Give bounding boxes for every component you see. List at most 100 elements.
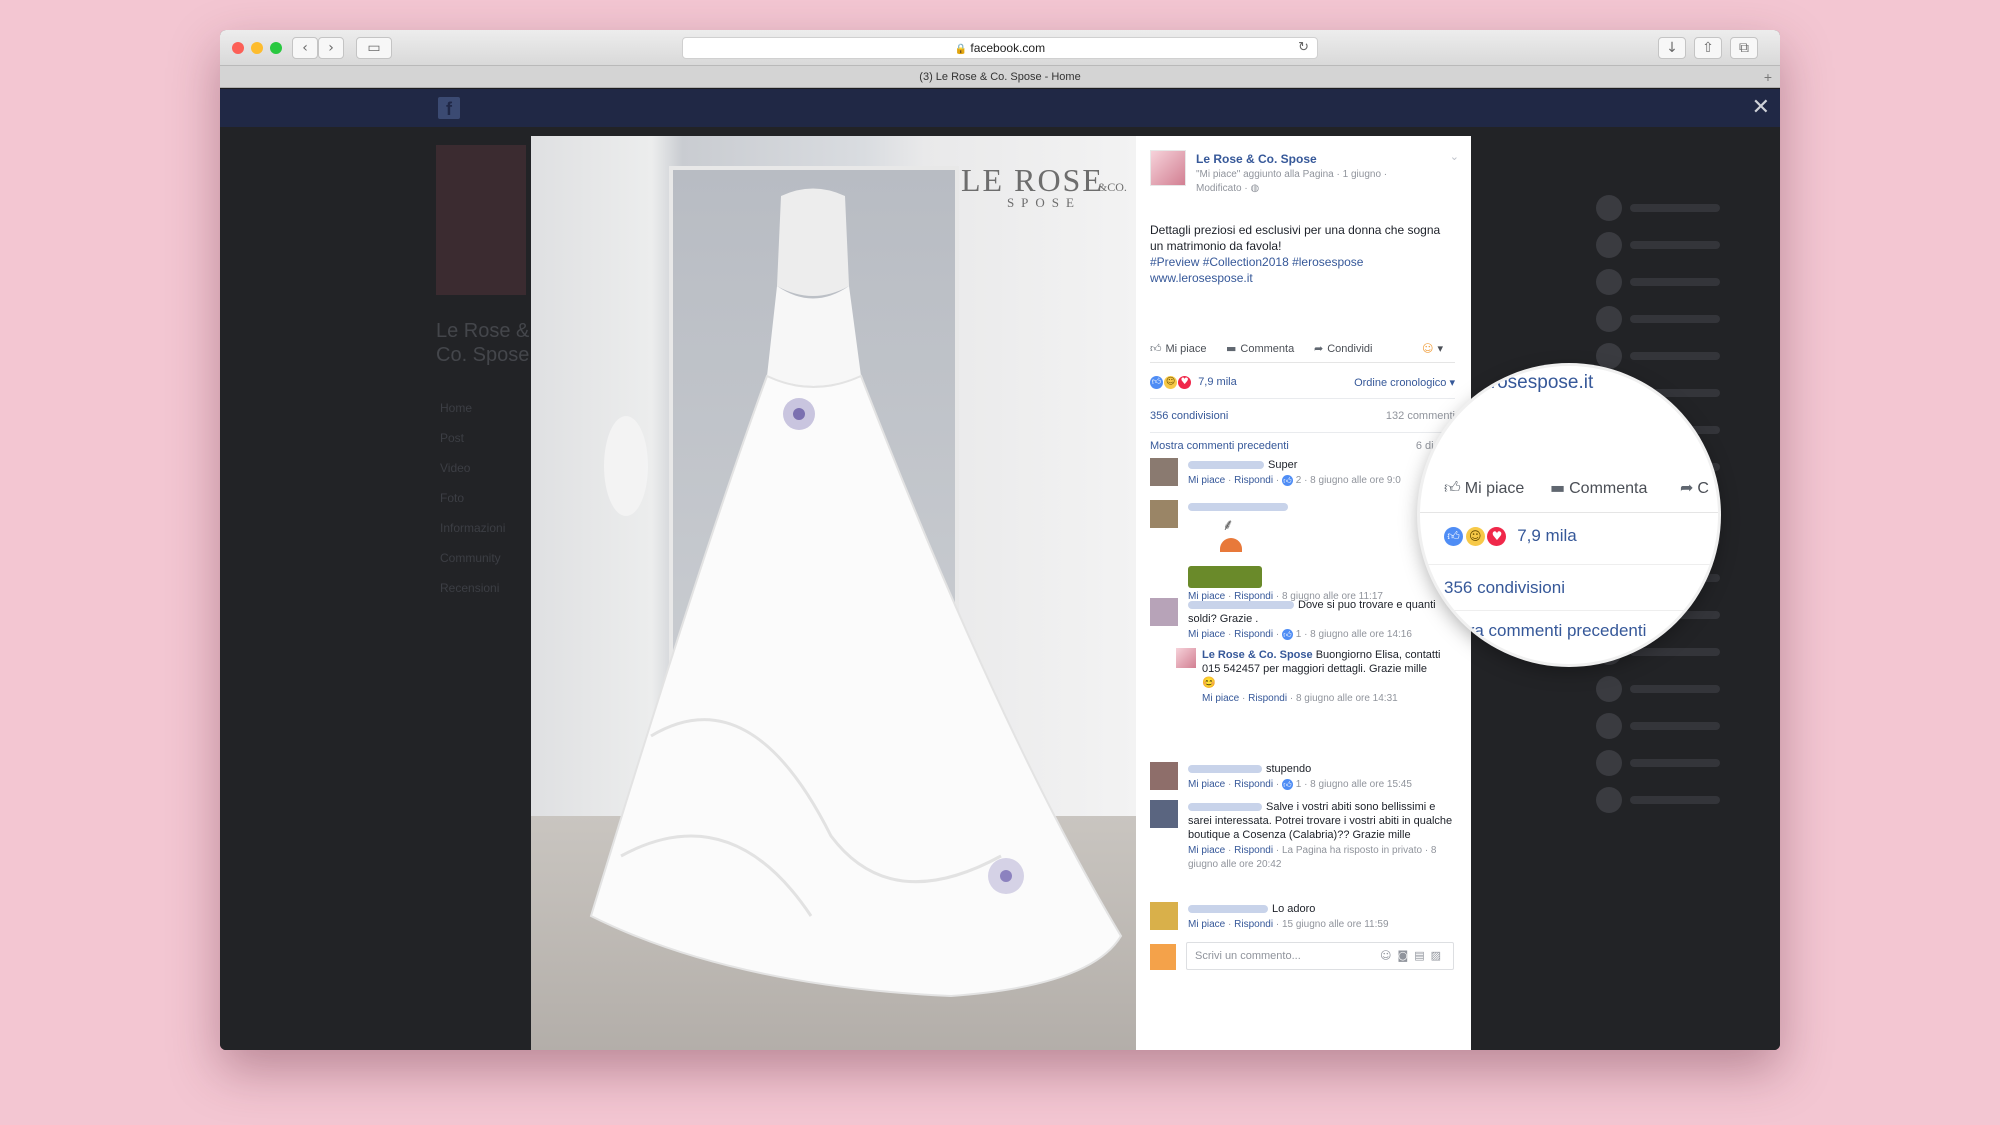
background-nav-foto[interactable]: Foto — [440, 491, 464, 505]
page-avatar[interactable] — [1150, 150, 1186, 186]
love-reaction-icon: ♥ — [1487, 527, 1507, 547]
emoji-icon[interactable]: ☺ — [1380, 949, 1397, 962]
close-photo-icon[interactable]: ✕ — [1752, 95, 1770, 120]
forward-icon[interactable]: › — [318, 37, 344, 59]
smile-emoji-icon: 😊 — [1202, 677, 1216, 689]
comment-icon: ▬ — [1550, 478, 1566, 497]
background-nav-info[interactable]: Informazioni — [440, 521, 505, 535]
background-nav-reviews[interactable]: Recensioni — [440, 581, 499, 595]
gif-icon[interactable]: ▤ — [1414, 949, 1430, 962]
commenter-name[interactable] — [1188, 503, 1288, 512]
magnified-shares-count[interactable]: 356 condivisioni — [1444, 578, 1565, 598]
tab-title[interactable]: (3) Le Rose & Co. Spose - Home — [919, 71, 1080, 83]
magnified-reaction-summary[interactable]: 👍︎ ☺ ♥ 7,9 mila — [1444, 526, 1577, 547]
reload-icon[interactable]: ↻ — [1298, 38, 1309, 58]
minimize-window-button[interactable] — [251, 42, 263, 54]
commenter-name[interactable] — [1188, 803, 1262, 812]
comment-reply-link[interactable]: Rispondi — [1234, 845, 1273, 856]
magnified-like-button[interactable]: 👍︎ Mi piace — [1444, 478, 1524, 498]
love-reaction-icon: ♥ — [1178, 376, 1192, 389]
comment-text: stupendo — [1266, 763, 1312, 775]
reply-like-link[interactable]: Mi piace — [1202, 693, 1239, 704]
camera-icon[interactable]: ◙ — [1398, 949, 1415, 962]
wedding-dress-photo[interactable]: LE ROSE&CO. SPOSE — [531, 136, 1136, 1050]
like-reaction-icon: 👍︎ — [1444, 527, 1463, 547]
post-actions: 👍︎ Mi piace ▬ Commenta ➦ Condividi ☺ ▾ — [1150, 342, 1455, 358]
back-icon[interactable]: ‹ — [292, 37, 318, 59]
page-reply-avatar[interactable] — [1176, 648, 1196, 668]
like-button[interactable]: 👍︎ Mi piace — [1150, 342, 1206, 355]
commenter-name[interactable] — [1188, 905, 1268, 914]
previous-comments-row: Mostra commenti precedenti 6 di 132 — [1150, 440, 1455, 456]
page-name-link[interactable]: Le Rose & Co. Spose — [1196, 152, 1317, 166]
comment-reply-link[interactable]: Rispondi — [1234, 779, 1273, 790]
comment-input[interactable]: Scrivi un commento... ☺◙▤▨ — [1186, 942, 1454, 970]
post-options-chevron-icon[interactable]: ⌄ — [1450, 150, 1459, 163]
comment-like-link[interactable]: Mi piace — [1188, 475, 1225, 486]
comment-composer: Scrivi un commento... ☺◙▤▨ — [1150, 942, 1455, 970]
sticker-image[interactable]: ⸙ — [1188, 515, 1262, 588]
background-nav-video[interactable]: Video — [440, 461, 470, 475]
background-nav-community[interactable]: Community — [440, 551, 501, 565]
background-cover — [436, 145, 526, 295]
post-hashtags[interactable]: #Preview #Collection2018 #lerosespose — [1150, 254, 1450, 270]
comment-like-link[interactable]: Mi piace — [1188, 845, 1225, 856]
share-arrow-icon: ➦ — [1680, 478, 1694, 497]
comment-input-placeholder: Scrivi un commento... — [1195, 950, 1301, 962]
post-text: Dettagli preziosi ed esclusivi per una d… — [1150, 222, 1450, 286]
magnified-previous-comments[interactable]: tra commenti precedenti — [1464, 621, 1646, 641]
reply-reply-link[interactable]: Rispondi — [1248, 693, 1287, 704]
comment-like-link[interactable]: Mi piace — [1188, 779, 1225, 790]
facebook-logo-icon[interactable]: f — [438, 97, 460, 119]
zoom-magnifier: lerosespose.it 👍︎ Mi piace ▬ Commenta ➦ C 👍… — [1420, 366, 1718, 664]
zoom-window-button[interactable] — [270, 42, 282, 54]
share-icon[interactable]: ⇧ — [1694, 37, 1722, 59]
comment-reply-link[interactable]: Rispondi — [1234, 919, 1273, 930]
commenter-avatar[interactable] — [1150, 762, 1178, 790]
background-nav-home[interactable]: Home — [440, 401, 472, 415]
downloads-icon[interactable]: ↓ — [1658, 37, 1686, 59]
address-bar[interactable]: 🔒 facebook.com ↻ — [682, 37, 1318, 59]
sticker-icon[interactable]: ▨ — [1431, 949, 1447, 962]
comment-text: Super — [1268, 459, 1298, 471]
commenter-name[interactable] — [1188, 461, 1264, 470]
reactions-count[interactable]: 7,9 mila — [1198, 376, 1237, 388]
magnified-share-button[interactable]: ➦ C — [1680, 478, 1709, 498]
commenter-avatar[interactable] — [1150, 800, 1178, 828]
close-window-button[interactable] — [232, 42, 244, 54]
comment-like-badge-icon: 👍︎ — [1281, 628, 1293, 640]
post-website-link[interactable]: www.lerosespose.it — [1150, 270, 1450, 286]
tabs-overview-icon[interactable]: ⧉ — [1730, 37, 1758, 59]
comment-text: Lo adoro — [1272, 903, 1316, 915]
comment-reply-link[interactable]: Rispondi — [1234, 629, 1273, 640]
globe-icon: ◍ — [1250, 183, 1260, 194]
magnified-comment-button[interactable]: ▬ Commenta — [1550, 478, 1647, 498]
post-meta: "Mi piace" aggiunto alla Pagina · 1 giug… — [1196, 169, 1388, 194]
new-tab-icon[interactable]: + — [1764, 66, 1772, 88]
reaction-selector[interactable]: ☺ ▾ — [1422, 342, 1443, 355]
url-text: facebook.com — [970, 41, 1046, 55]
comment-like-link[interactable]: Mi piace — [1188, 629, 1225, 640]
commenter-name[interactable] — [1188, 601, 1294, 610]
commenter-avatar[interactable] — [1150, 598, 1178, 626]
comment-button[interactable]: ▬ Commenta — [1226, 342, 1294, 355]
page-reply-author[interactable]: Le Rose & Co. Spose — [1202, 649, 1313, 661]
show-previous-comments-link[interactable]: Mostra commenti precedenti — [1150, 440, 1289, 452]
background-nav-post[interactable]: Post — [440, 431, 464, 445]
commenter-name[interactable] — [1188, 765, 1262, 774]
like-reaction-icon: 👍︎ — [1150, 376, 1163, 389]
share-button[interactable]: ➦ Condividi — [1314, 342, 1372, 355]
wow-reaction-icon: ☺ — [1164, 376, 1178, 389]
commenter-avatar[interactable] — [1150, 500, 1178, 528]
brand-watermark-logo: LE ROSE&CO. SPOSE — [961, 162, 1127, 210]
commenter-avatar[interactable] — [1150, 458, 1178, 486]
reaction-face-icon: ☺ — [1422, 342, 1434, 355]
current-user-avatar — [1150, 944, 1176, 970]
sprout-icon: ⸙ — [1222, 515, 1235, 534]
commenter-avatar[interactable] — [1150, 902, 1178, 930]
comment-reply-link[interactable]: Rispondi — [1234, 475, 1273, 486]
comment-like-link[interactable]: Mi piace — [1188, 919, 1225, 930]
magnified-website-link[interactable]: lerosespose.it — [1476, 372, 1593, 394]
sidebar-toggle-icon[interactable]: ▭ — [356, 37, 392, 59]
shares-count[interactable]: 356 condivisioni — [1150, 410, 1228, 422]
